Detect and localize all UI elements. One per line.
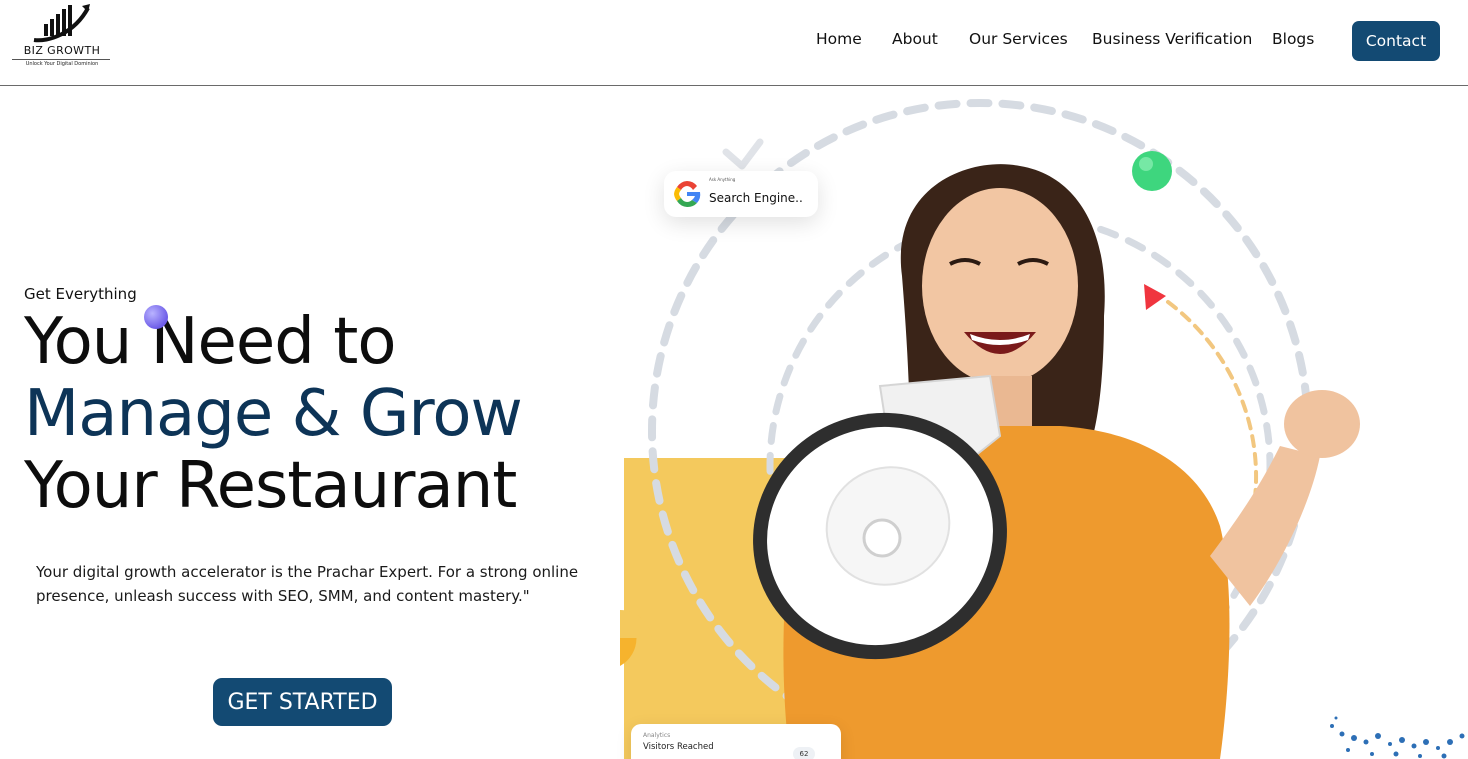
site-header: BIZ GROWTH Unlock Your Digital Dominion … [0,0,1468,86]
get-started-button[interactable]: GET STARTED [213,678,392,726]
brand-tagline: Unlock Your Digital Dominion [25,61,99,67]
headline-line-1: You Need to [24,305,397,379]
headline-line-2: Manage & Grow [24,377,523,451]
nav-about[interactable]: About [892,30,938,48]
search-engine-card: Ask Anything Search Engine.. [664,171,818,217]
contact-button[interactable]: Contact [1352,21,1440,61]
woman-fist [1284,390,1360,458]
checkmark-icon [722,138,764,170]
search-card-text: Search Engine.. [709,191,803,205]
hero-eyebrow: Get Everything [24,285,137,303]
analytics-label: Analytics [643,732,671,739]
headline-line-3: Your Restaurant [24,449,517,523]
hero-headline: You Need to Manage & Grow Your Restauran… [24,306,624,522]
brand-divider [12,59,110,60]
google-icon [674,181,701,208]
nav-home[interactable]: Home [816,30,862,48]
play-icon [1144,284,1166,310]
analytics-card: Analytics Visitors Reached 62 [631,724,841,759]
analytics-value: 62 [793,747,815,759]
search-card-caption: Ask Anything [709,177,736,182]
green-ball [1132,151,1172,191]
nav-blogs[interactable]: Blogs [1272,30,1314,48]
nav-business-verification[interactable]: Business Verification [1092,30,1252,48]
nav-our-services[interactable]: Our Services [969,30,1068,48]
main-nav: Home About Our Services Business Verific… [0,30,1468,54]
hero-description: Your digital growth accelerator is the P… [36,563,579,605]
woman-face [922,188,1078,384]
decorative-purple-dot [144,305,168,329]
blue-dot-pattern [1330,716,1465,759]
megaphone-center [862,518,902,558]
analytics-title: Visitors Reached [643,742,714,752]
